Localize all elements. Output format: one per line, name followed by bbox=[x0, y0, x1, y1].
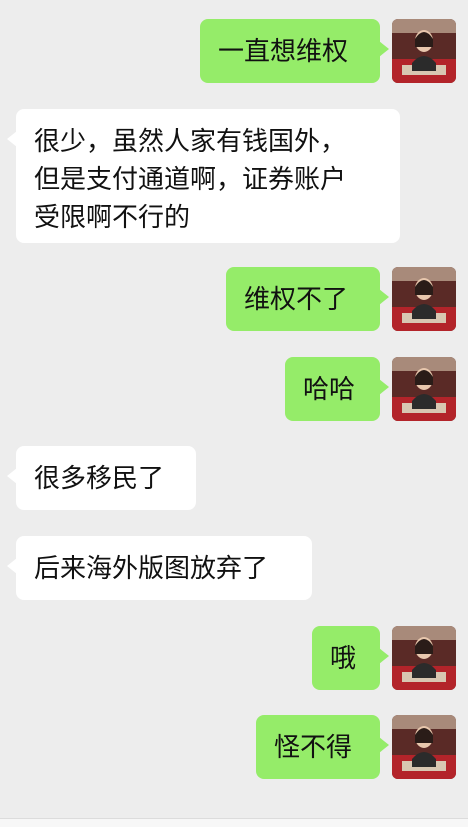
message-bubble-incoming[interactable]: 后来海外版图放弃了 bbox=[7, 536, 312, 600]
avatar-photo-icon bbox=[392, 19, 456, 83]
message-bubble-incoming[interactable]: 很多移民了 bbox=[7, 446, 196, 510]
message-bubble-outgoing[interactable]: 哦 bbox=[312, 626, 389, 690]
avatar-photo-icon bbox=[392, 267, 456, 331]
user-avatar[interactable] bbox=[392, 267, 456, 331]
user-avatar[interactable] bbox=[392, 357, 456, 421]
user-avatar[interactable] bbox=[392, 715, 456, 779]
avatar-photo-icon bbox=[392, 357, 456, 421]
message-bubble-outgoing[interactable]: 怪不得 bbox=[256, 715, 389, 779]
user-avatar[interactable] bbox=[392, 626, 456, 690]
avatar-photo-icon bbox=[392, 626, 456, 690]
message-bubble-outgoing[interactable]: 一直想维权 bbox=[200, 19, 389, 83]
message-bubble-incoming[interactable]: 很少，虽然人家有钱国外， 但是支付通道啊，证券账户 受限啊不行的 bbox=[7, 109, 400, 243]
message-bubble-outgoing[interactable]: 维权不了 bbox=[226, 267, 389, 331]
avatar-photo-icon bbox=[392, 715, 456, 779]
user-avatar[interactable] bbox=[392, 19, 456, 83]
message-bubble-outgoing[interactable]: 哈哈 bbox=[285, 357, 389, 421]
input-bar-edge bbox=[0, 818, 468, 827]
